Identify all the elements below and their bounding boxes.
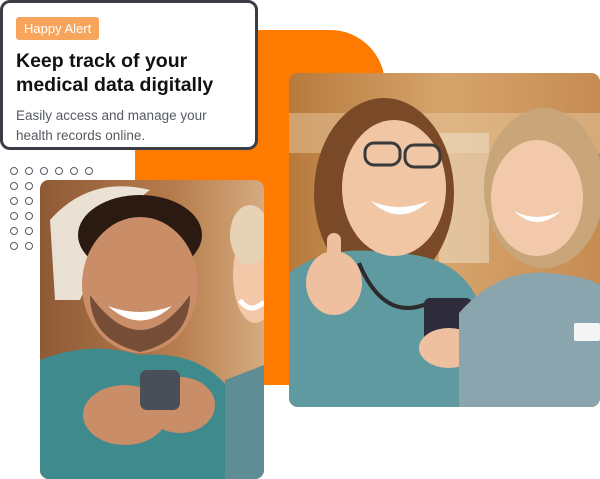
happy-alert-badge: Happy Alert — [16, 17, 100, 40]
happy-alert-card: Happy Alert Keep track of your medical d… — [0, 0, 258, 150]
alert-subtitle: Easily access and manage your health rec… — [16, 108, 207, 143]
nurses-photo — [289, 73, 600, 407]
alert-title: Keep track of your medical data digitall… — [16, 50, 214, 96]
male-nurse-photo — [40, 180, 264, 479]
